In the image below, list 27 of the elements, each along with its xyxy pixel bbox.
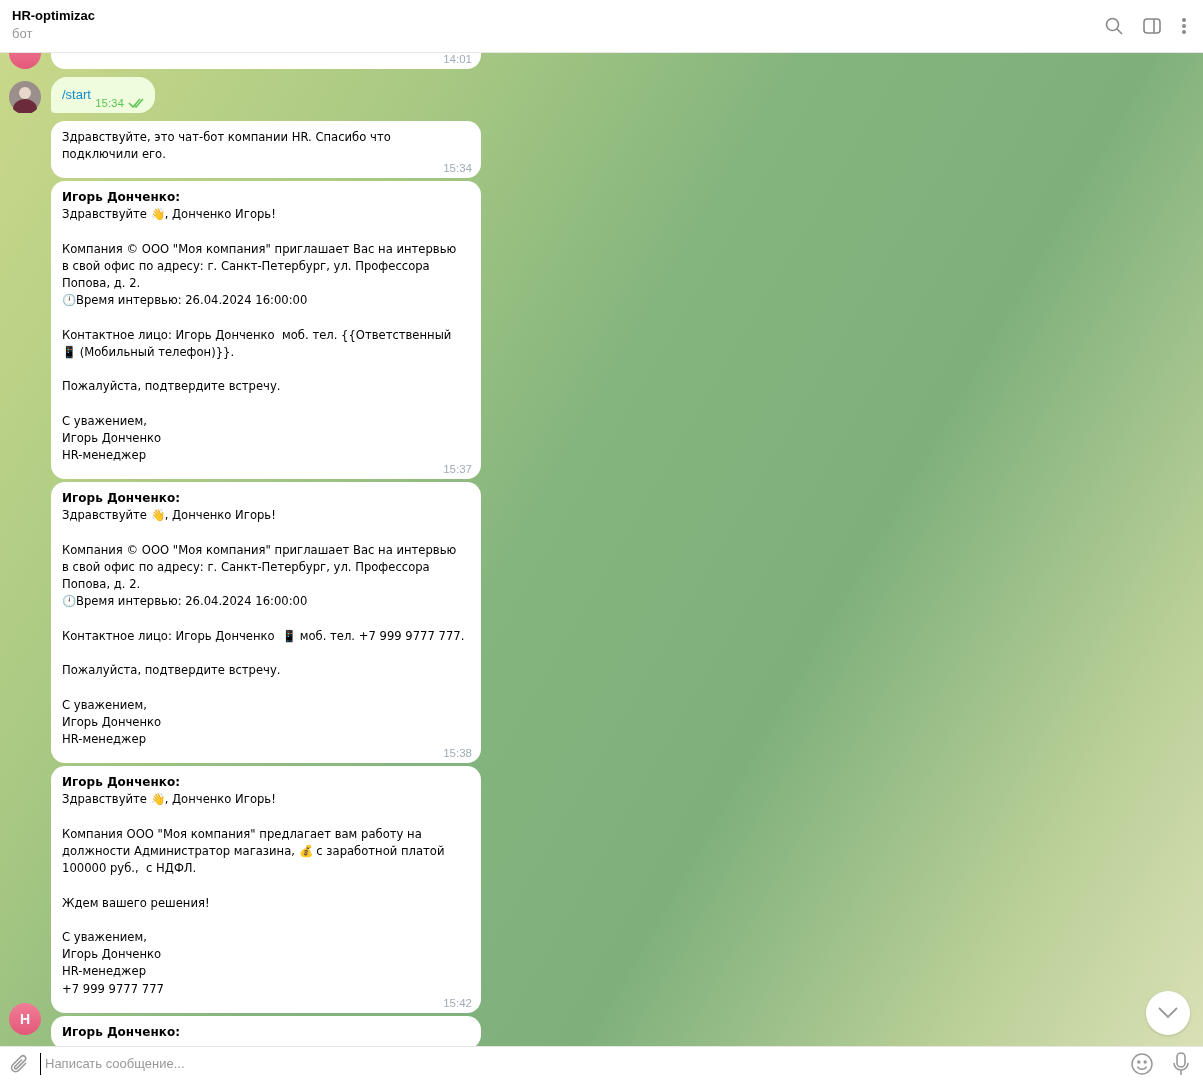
sender-name: Игорь Донченко: bbox=[62, 774, 181, 792]
message-time: 15:42 bbox=[443, 995, 472, 1010]
command-link[interactable]: /start bbox=[62, 87, 91, 102]
message-time: 15:38 bbox=[443, 746, 472, 761]
sidebar-toggle-icon[interactable] bbox=[1143, 18, 1161, 34]
sender-name: Игорь Донченко: bbox=[62, 188, 181, 206]
message-text: Здравствуйте 👋, Донченко Игорь! Компания © ООО "Моя компания" приглашает Вас на интервью в свой офис по адресу: г. Санкт-Петербург, ул. Профессора Попова, д. 2. 🕛Время интервью: 26.04.2024 16:00:00 Контактное лицо: Игорь Донченко моб. тел. {{Ответственный 📱 (Мобильный телефон)}}. Пожалуйста, подтвердите встречу. С уважением, Игорь Донченко HR-менеджер bbox=[62, 206, 458, 464]
message-text: Здравствуйте, это чат-бот компании HR. Спасибо что подключили его. bbox=[62, 128, 392, 163]
message-text: Здравствуйте 👋, Донченко Игорь! Компания ООО "Моя компания" предлагает вам работу на должности Администратор магазина, 💰 с заработной платой 100000 руб., с НДФЛ. Ждем вашего решения! С уважением, Игорь Донченко HR-менеджер +7 999 9777 777 bbox=[62, 791, 446, 998]
chat-title: HR-optimizac bbox=[12, 7, 96, 25]
message-time: 15:37 bbox=[443, 462, 472, 477]
sender-name: Игорь Донченко: bbox=[62, 1023, 181, 1041]
chevron-down-icon bbox=[1158, 1007, 1178, 1019]
scroll-down-button[interactable] bbox=[1146, 991, 1190, 1035]
message-time: 15:34 bbox=[443, 160, 472, 175]
microphone-icon[interactable] bbox=[1173, 1051, 1189, 1076]
avatar: H bbox=[9, 1003, 41, 1035]
message-text: Здравствуйте 👋, Донченко Игорь! Компания © ООО "Моя компания" приглашает Вас на интервью в свой офис по адресу: г. Санкт-Петербург, ул. Профессора Попова, д. 2. 🕛Время интервью: 26.04.2024 16:00:00 Контактное лицо: Игорь Донченко 📱 моб. тел. +7 999 9777 777. Пожалуйста, подтвердите встречу. С уважением, Игорь Донченко HR-менеджер bbox=[62, 507, 466, 748]
message-time: 14:01 bbox=[443, 53, 472, 66]
attach-icon[interactable] bbox=[10, 1052, 30, 1075]
emoji-icon[interactable] bbox=[1131, 1052, 1153, 1075]
search-icon[interactable] bbox=[1105, 17, 1123, 35]
chat-subtitle: бот bbox=[12, 25, 34, 43]
message-time: 15:34 bbox=[95, 95, 124, 110]
sender-name: Игорь Донченко: bbox=[62, 490, 181, 508]
user-avatar bbox=[9, 80, 41, 113]
more-icon[interactable] bbox=[1181, 17, 1187, 35]
